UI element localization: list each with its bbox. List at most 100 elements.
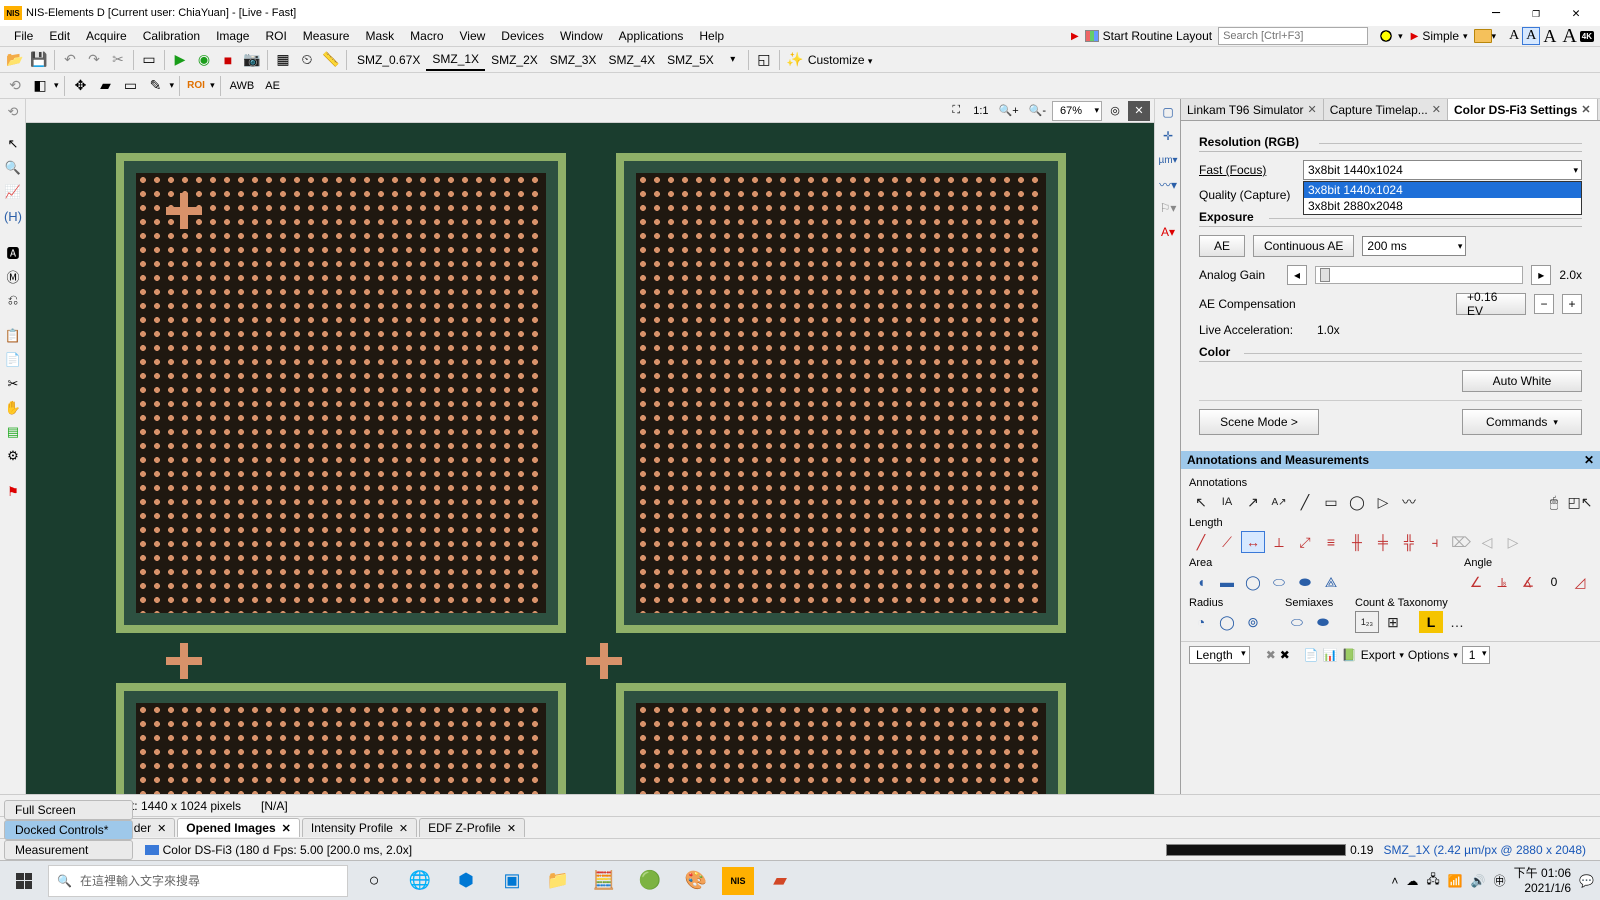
pointer-icon[interactable]: ✥ (70, 75, 92, 97)
stop-icon[interactable]: ■ (217, 49, 239, 71)
arrow-left-icon[interactable]: ⟲ (4, 75, 26, 97)
zoom-preset-SMZ4X[interactable]: SMZ_4X (602, 49, 661, 71)
manual-measure-icon[interactable]: Ⓜ (2, 265, 24, 287)
semi-2-icon[interactable]: ⬬ (1311, 611, 1335, 633)
nis-task-icon[interactable]: NIS (722, 867, 754, 895)
doc-tab[interactable]: EDF Z-Profile✕ (419, 818, 525, 837)
close-icon[interactable]: ✕ (1432, 103, 1441, 116)
ang-3-icon[interactable]: ∡ (1516, 571, 1540, 593)
mouse-icon[interactable]: 🖱 (1542, 491, 1566, 513)
zoom-in-icon[interactable]: 🔍+ (995, 101, 1023, 121)
count-2-icon[interactable]: ⊞ (1381, 611, 1405, 633)
free-tool-icon[interactable]: 〰 (1397, 491, 1421, 513)
area-5-icon[interactable]: ⬬ (1293, 571, 1317, 593)
ang-1-icon[interactable]: ∠ (1464, 571, 1488, 593)
area-6-icon[interactable]: ⟁ (1319, 571, 1343, 593)
calc-icon[interactable]: 🧮 (584, 865, 624, 897)
scale-icon[interactable]: 📏 (320, 49, 342, 71)
image-viewer[interactable] (26, 123, 1154, 794)
wb-icon[interactable]: ◧ (29, 75, 51, 97)
layout-tab[interactable]: Measurement (4, 840, 133, 860)
scene-mode-button[interactable]: Scene Mode > (1199, 409, 1319, 435)
eye-dropdown[interactable]: ▾ (1398, 31, 1403, 42)
area-4-icon[interactable]: ⬭ (1267, 571, 1291, 593)
count-combo[interactable]: 1 (1462, 646, 1491, 664)
fit-icon[interactable]: ⛶ (945, 101, 967, 121)
tray-net-icon[interactable]: 🖧 (1426, 870, 1439, 891)
oneone-button[interactable]: 1:1 (969, 101, 992, 121)
probe-icon[interactable]: ◎ (1104, 101, 1126, 121)
menu-macro[interactable]: Macro (402, 27, 451, 45)
nd-icon[interactable]: ▦ (272, 49, 294, 71)
len-prev-icon[interactable]: ◁ (1475, 531, 1499, 553)
maximize-button[interactable]: ❐ (1516, 1, 1556, 25)
tray-up-icon[interactable]: ˄ (1391, 874, 1398, 888)
cortana-icon[interactable]: ○ (354, 865, 394, 897)
area-3-icon[interactable]: ◯ (1241, 571, 1265, 593)
menu-mask[interactable]: Mask (357, 27, 402, 45)
rep-3-icon[interactable]: 📗 (1342, 648, 1357, 662)
minimize-button[interactable]: ─ (1476, 1, 1516, 25)
text-tool-icon[interactable]: IA (1215, 491, 1239, 513)
len-3-icon[interactable]: ↔ (1241, 531, 1265, 553)
play-live-icon[interactable]: ▶ (169, 49, 191, 71)
layout-tab[interactable]: Full Screen (4, 800, 133, 820)
edge-icon[interactable]: 🌐 (400, 865, 440, 897)
fast-focus-select[interactable]: 3x8bit 1440x1024 3x8bit 1440x1024 3x8bit… (1303, 160, 1582, 180)
explorer-icon[interactable]: 📁 (538, 865, 578, 897)
fill-icon[interactable]: ▰ (95, 75, 117, 97)
paint-icon[interactable]: 🎨 (676, 865, 716, 897)
line-tool-icon[interactable]: ╱ (1293, 491, 1317, 513)
zoom-value[interactable]: 67% (1052, 101, 1102, 121)
ae-button[interactable]: AE (261, 75, 284, 97)
rad-1-icon[interactable]: ◔ (1189, 611, 1213, 633)
menu-help[interactable]: Help (691, 27, 732, 45)
ae-comp-value[interactable]: +0.16 EV (1456, 293, 1526, 315)
undo-icon[interactable]: ↶ (59, 49, 81, 71)
eye-icon[interactable] (1374, 28, 1398, 44)
exposure-time-select[interactable]: 200 ms (1362, 236, 1466, 256)
tray-vol-icon[interactable]: 🔊 (1471, 874, 1486, 888)
lut-icon[interactable]: ▭ (138, 49, 160, 71)
hand-icon[interactable]: ✋ (2, 397, 24, 419)
menu-image[interactable]: Image (208, 27, 257, 45)
flag-icon[interactable]: ⚑ (2, 481, 24, 503)
menu-window[interactable]: Window (552, 27, 611, 45)
len-10-icon[interactable]: ⫞ (1423, 531, 1447, 553)
len-7-icon[interactable]: ╫ (1345, 531, 1369, 553)
text-arrow-icon[interactable]: A↗ (1267, 491, 1291, 513)
rad-3-icon[interactable]: ⊚ (1241, 611, 1265, 633)
menu-roi[interactable]: ROI (257, 27, 294, 45)
menu-devices[interactable]: Devices (493, 27, 552, 45)
ang-4-icon[interactable]: ◿ (1568, 571, 1592, 593)
comp-plus-button[interactable]: + (1562, 294, 1582, 314)
close-icon[interactable]: ✕ (1584, 453, 1594, 467)
menu-edit[interactable]: Edit (41, 27, 78, 45)
continuous-ae-button[interactable]: Continuous AE (1253, 235, 1354, 257)
text-a-icon[interactable]: A▾ (1157, 221, 1179, 243)
res-option-2[interactable]: 3x8bit 2880x2048 (1304, 198, 1581, 214)
taskbar-search[interactable]: 🔍 在這裡輸入文字來搜尋 (48, 865, 348, 897)
len-next-icon[interactable]: ▷ (1501, 531, 1525, 553)
rad-2-icon[interactable]: ◯ (1215, 611, 1239, 633)
dock-tab[interactable]: Color DS-Fi3 Settings✕ (1448, 99, 1598, 120)
doc-tab[interactable]: Opened Images✕ (177, 818, 300, 837)
rep-1-icon[interactable]: 📄 (1304, 648, 1319, 662)
profile-icon[interactable]: 📈 (2, 181, 24, 203)
wand-icon[interactable]: ✨ (784, 49, 806, 71)
ellipse-tool-icon[interactable]: ◯ (1345, 491, 1369, 513)
zoom-preset-SMZ1X[interactable]: SMZ_1X (426, 49, 485, 71)
menu-acquire[interactable]: Acquire (78, 27, 135, 45)
dock-tab[interactable]: Linkam T96 Simulator✕ (1181, 99, 1324, 120)
record-icon[interactable]: ◉ (193, 49, 215, 71)
arrow-tool-icon[interactable]: ↗ (1241, 491, 1265, 513)
del-last-icon[interactable]: ✖ (1266, 648, 1276, 662)
simple-button[interactable]: Simple (1418, 29, 1463, 43)
copy-icon[interactable]: 📋 (2, 325, 24, 347)
select-all-icon[interactable]: ◰↖ (1568, 491, 1592, 513)
len-8-icon[interactable]: ╪ (1371, 531, 1395, 553)
edge-measure-icon[interactable]: ⎌ (2, 289, 24, 311)
start-button[interactable] (6, 865, 42, 897)
tray-onedrive-icon[interactable]: ☁ (1406, 874, 1418, 888)
redo-icon[interactable]: ↷ (83, 49, 105, 71)
